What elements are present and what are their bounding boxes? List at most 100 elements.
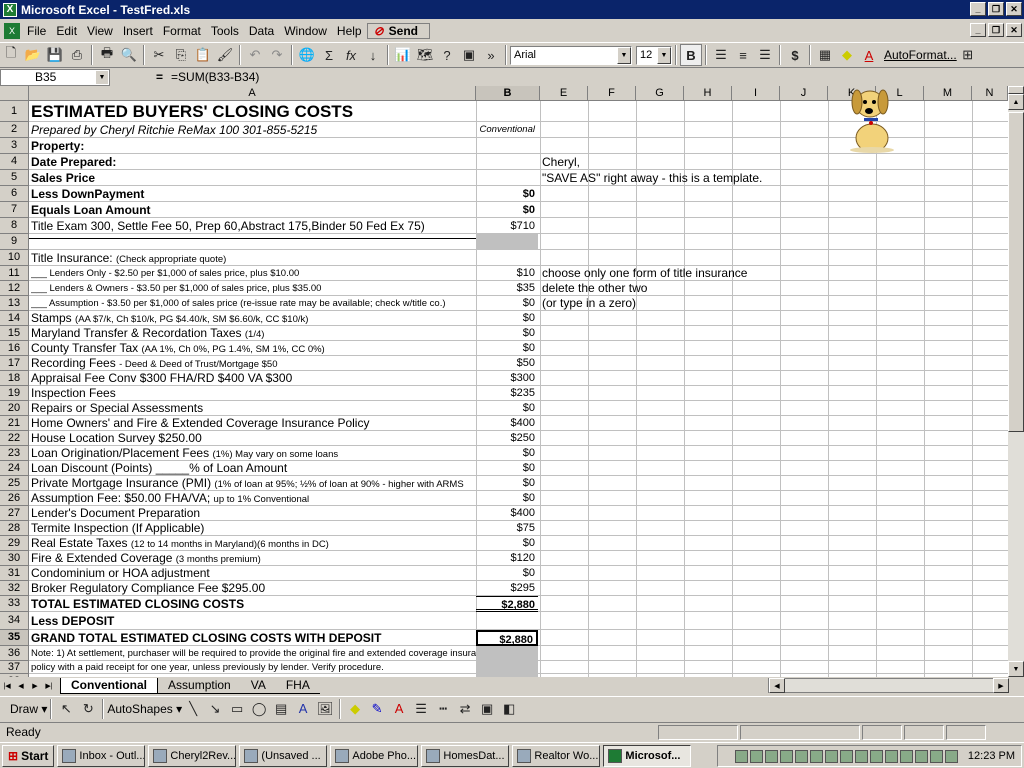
cell-a28[interactable]: Termite Inspection (If Applicable) [31, 521, 476, 536]
send-button[interactable]: ⊘ Send [366, 22, 431, 39]
autoformat-button[interactable]: AutoFormat... [884, 48, 957, 62]
row-header[interactable]: 25 [0, 476, 29, 491]
row-header[interactable]: 35 [0, 630, 29, 646]
cell-a19[interactable]: Inspection Fees [31, 386, 476, 401]
cell-a7[interactable]: Equals Loan Amount [31, 202, 476, 218]
cell-a11[interactable]: ___ Lenders Only - $2.50 per $1,000 of s… [31, 266, 476, 281]
font-select[interactable]: Arial ▼ [510, 45, 632, 65]
menu-window[interactable]: Window [279, 24, 332, 38]
cell-b1[interactable] [476, 101, 538, 122]
formula-input[interactable]: =SUM(B33-B34) [171, 70, 259, 84]
doc-close-button[interactable]: ✕ [1006, 23, 1022, 37]
start-button[interactable]: ⊞ Start [2, 744, 55, 767]
office-assistant-dog-icon[interactable] [840, 86, 904, 154]
cell-b2[interactable]: Conventional [476, 122, 538, 138]
menu-format[interactable]: Format [158, 24, 206, 38]
font-color-draw-icon[interactable]: A [388, 698, 410, 720]
cell-a10[interactable]: Title Insurance: (Check appropriate quot… [31, 250, 476, 266]
row-header[interactable]: 28 [0, 521, 29, 536]
row-header[interactable]: 23 [0, 446, 29, 461]
column-header-f[interactable]: F [588, 86, 636, 101]
row-header[interactable]: 16 [0, 341, 29, 356]
cell-b11[interactable]: $10 [476, 266, 538, 281]
tray-icon[interactable] [914, 749, 928, 763]
shadow-icon[interactable]: ▣ [476, 698, 498, 720]
row-header[interactable]: 32 [0, 581, 29, 596]
fill-color-icon[interactable]: ◆ [836, 44, 858, 66]
cell-b28[interactable]: $75 [476, 521, 538, 536]
taskbar-item-excel[interactable]: Microsof... [603, 744, 692, 767]
menu-view[interactable]: View [82, 24, 118, 38]
cell-a34[interactable]: Less DEPOSIT [31, 612, 476, 630]
autoshapes-menu-button[interactable]: AutoShapes ▾ [107, 702, 182, 716]
format-painter-icon[interactable]: 🖌 [214, 44, 236, 66]
row-header[interactable]: 26 [0, 491, 29, 506]
row-header[interactable]: 19 [0, 386, 29, 401]
clipart-icon[interactable]: 🖼 [314, 698, 336, 720]
save-icon[interactable]: 💾 [44, 44, 66, 66]
row-header[interactable]: 9 [0, 234, 29, 250]
cell-b24[interactable]: $0 [476, 461, 538, 476]
bold-icon[interactable]: B [680, 44, 702, 66]
row-header[interactable]: 15 [0, 326, 29, 341]
line-color-icon[interactable]: ✎ [366, 698, 388, 720]
tray-icon[interactable] [944, 749, 958, 763]
select-all-corner[interactable] [0, 86, 29, 101]
row-header[interactable]: 12 [0, 281, 29, 296]
cell-a2[interactable]: Prepared by Cheryl Ritchie ReMax 100 301… [31, 122, 476, 138]
cell-b26[interactable]: $0 [476, 491, 538, 506]
open-icon[interactable]: 📂 [22, 44, 44, 66]
taskbar-item-homesdata[interactable]: HomesDat... [421, 744, 510, 767]
workbook-icon[interactable]: X [4, 22, 20, 39]
row-header[interactable]: 7 [0, 202, 29, 218]
column-header-e[interactable]: E [540, 86, 588, 101]
cell-b17[interactable]: $50 [476, 356, 538, 371]
scroll-down-icon[interactable]: ▼ [1008, 661, 1024, 677]
row-header[interactable]: 37 [0, 661, 29, 674]
column-header-g[interactable]: G [636, 86, 684, 101]
cell-b19[interactable]: $235 [476, 386, 538, 401]
wordart-icon[interactable]: A [292, 698, 314, 720]
cell-b7[interactable]: $0 [476, 202, 538, 218]
cell-a18[interactable]: Appraisal Fee Conv $300 FHA/RD $400 VA $… [31, 371, 476, 386]
cell-b29[interactable]: $0 [476, 536, 538, 551]
split-box[interactable] [1008, 86, 1024, 94]
cell-a8[interactable]: Title Exam 300, Settle Fee 50, Prep 60,A… [31, 218, 476, 234]
sort-icon[interactable]: ↓ [362, 44, 384, 66]
cell-b9[interactable] [476, 234, 538, 250]
cell-b3[interactable] [476, 138, 538, 154]
column-header-a[interactable]: A [29, 86, 476, 101]
cell-b14[interactable]: $0 [476, 311, 538, 326]
align-right-icon[interactable]: ☰ [754, 44, 776, 66]
cell-a36[interactable]: Note: 1) At settlement, purchaser will b… [31, 646, 476, 661]
cell-a35[interactable]: GRAND TOTAL ESTIMATED CLOSING COSTS WITH… [31, 630, 476, 646]
line-style-icon[interactable]: ☰ [410, 698, 432, 720]
tray-icon[interactable] [929, 749, 943, 763]
cell-b6[interactable]: $0 [476, 186, 538, 202]
cell-a9[interactable] [31, 234, 476, 250]
3d-icon[interactable]: ◧ [498, 698, 520, 720]
row-header[interactable]: 33 [0, 596, 29, 612]
cell-b16[interactable]: $0 [476, 341, 538, 356]
cell-a24[interactable]: Loan Discount (Points) _____% of Loan Am… [31, 461, 476, 476]
undo-icon[interactable]: ↶ [244, 44, 266, 66]
horizontal-scrollbar[interactable]: ◀ ▶ [768, 678, 1009, 693]
textbox-icon[interactable]: ▤ [270, 698, 292, 720]
row-header[interactable]: 31 [0, 566, 29, 581]
column-header-m[interactable]: M [924, 86, 972, 101]
cell-a14[interactable]: Stamps (AA $7/k, Ch $10/k, PG $4.40/k, S… [31, 311, 476, 326]
row-header[interactable]: 1 [0, 101, 29, 122]
row-header[interactable]: 22 [0, 431, 29, 446]
copy-icon[interactable]: ⎘ [170, 44, 192, 66]
sheet-tab-va[interactable]: VA [240, 678, 276, 694]
row-header[interactable]: 36 [0, 646, 29, 661]
cell-b8[interactable]: $710 [476, 218, 538, 234]
row-header[interactable]: 2 [0, 122, 29, 138]
align-center-icon[interactable]: ≡ [732, 44, 754, 66]
column-header-n[interactable]: N [972, 86, 1008, 101]
row-header[interactable]: 24 [0, 461, 29, 476]
arrow-style-icon[interactable]: ⇄ [454, 698, 476, 720]
cell-a32[interactable]: Broker Regulatory Compliance Fee $295.00 [31, 581, 476, 596]
cell-a22[interactable]: House Location Survey $250.00 [31, 431, 476, 446]
menu-data[interactable]: Data [244, 24, 279, 38]
